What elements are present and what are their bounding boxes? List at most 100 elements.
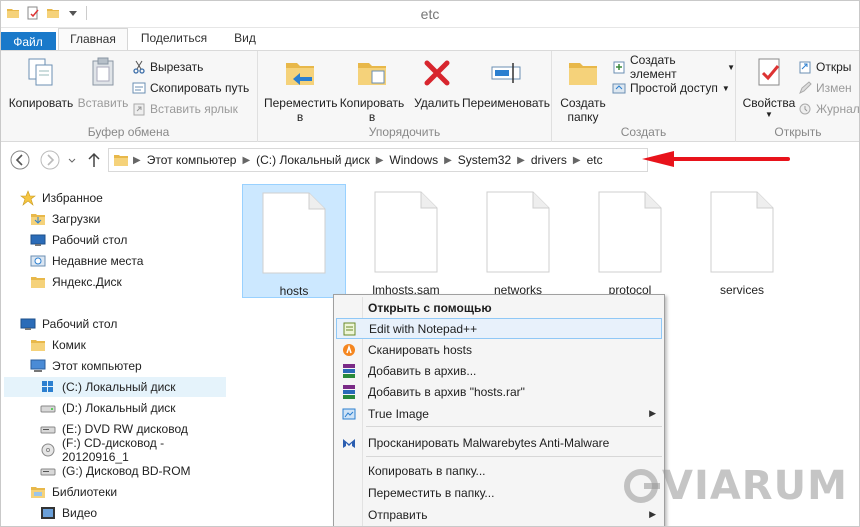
- clipboard-group: Копировать Вставить Вырезать Скопировать…: [0, 51, 258, 143]
- user-folder-icon: [31, 340, 45, 351]
- paste-button[interactable]: Вставить: [76, 55, 130, 110]
- copy-path-button[interactable]: Скопировать путь: [132, 78, 249, 98]
- menu-item-label: Отправить: [368, 507, 428, 522]
- nav-label: Недавние места: [52, 254, 144, 268]
- properties-button[interactable]: Свойства ▼: [742, 55, 796, 119]
- move-to-button[interactable]: Переместить в: [264, 55, 338, 124]
- chevron-right-icon[interactable]: ▶: [374, 155, 386, 166]
- chevron-down-icon[interactable]: [66, 150, 78, 170]
- properties-label: Свойства: [742, 96, 796, 110]
- new-folder-label: Создать: [560, 96, 606, 110]
- back-icon[interactable]: [10, 150, 30, 170]
- menu-item-label: Добавить в архив "hosts.rar": [368, 384, 525, 399]
- file-item-protocol[interactable]: protocol: [578, 184, 682, 298]
- copy-to-button[interactable]: Копировать в: [338, 55, 406, 124]
- nav-komik[interactable]: Комик: [30, 335, 86, 355]
- document-icon: [262, 192, 326, 274]
- paste-shortcut-icon: [133, 103, 145, 116]
- address-bar[interactable]: ▶ Этот компьютер ▶ (C:) Локальный диск ▶…: [108, 148, 648, 172]
- nav-label: (G:) Дисковод BD-ROM: [62, 464, 191, 478]
- breadcrumb-etc[interactable]: etc: [583, 153, 607, 167]
- nav-label: Рабочий стол: [52, 233, 128, 247]
- nav-drive-d[interactable]: (D:) Локальный диск: [40, 398, 176, 418]
- cut-button[interactable]: Вырезать: [132, 57, 203, 77]
- nav-drive-f[interactable]: (F:) CD-дисковод - 20120916_1: [40, 436, 232, 464]
- menu-item-label: Переместить в папку...: [368, 485, 495, 500]
- chevron-right-icon[interactable]: ▶: [571, 155, 583, 166]
- nav-video[interactable]: Видео: [40, 503, 97, 523]
- nav-desktop[interactable]: Рабочий стол: [30, 230, 127, 250]
- breadcrumb-drivers[interactable]: drivers: [527, 153, 571, 167]
- nav-this-pc[interactable]: Этот компьютер: [30, 356, 142, 376]
- nav-downloads[interactable]: Загрузки: [30, 209, 100, 229]
- nav-desktop-root[interactable]: Рабочий стол: [20, 314, 117, 334]
- nav-libraries[interactable]: Библиотеки: [30, 482, 117, 502]
- paste-shortcut-label: Вставить ярлык: [150, 102, 238, 116]
- menu-item-open-with[interactable]: Открыть с помощью: [336, 297, 662, 318]
- menu-item-add-rar[interactable]: Добавить в архив "hosts.rar": [336, 381, 662, 402]
- tab-view[interactable]: Вид: [220, 28, 270, 50]
- cd-icon: [41, 443, 55, 457]
- chevron-right-icon[interactable]: ▶: [131, 155, 143, 166]
- menu-item-move-to[interactable]: Переместить в папку...: [336, 482, 662, 503]
- copy-path-icon: [132, 82, 146, 94]
- tab-share[interactable]: Поделиться: [130, 28, 218, 50]
- paste-shortcut-button[interactable]: Вставить ярлык: [132, 99, 238, 119]
- nav-drive-g[interactable]: (G:) Дисковод BD-ROM: [40, 461, 191, 481]
- history-button[interactable]: Журнал: [798, 99, 860, 119]
- menu-item-notepadpp[interactable]: Edit with Notepad++: [336, 318, 662, 339]
- nav-favorites[interactable]: Избранное: [20, 188, 103, 208]
- breadcrumb-system32[interactable]: System32: [454, 153, 515, 167]
- notepadpp-icon: [343, 322, 356, 335]
- edit-button[interactable]: Измен: [798, 78, 852, 98]
- file-item-services[interactable]: services: [690, 184, 794, 298]
- nav-label: Этот компьютер: [52, 359, 142, 373]
- dvd-drive-icon: [40, 426, 56, 434]
- rename-button[interactable]: Переименовать: [462, 55, 550, 110]
- menu-item-scan[interactable]: Сканировать hosts: [336, 339, 662, 360]
- menu-item-true-image[interactable]: True Image ▶: [336, 403, 662, 424]
- open-button[interactable]: Откры: [798, 57, 851, 77]
- menu-item-add-archive[interactable]: Добавить в архив...: [336, 360, 662, 381]
- history-icon: [799, 103, 811, 115]
- chevron-right-icon: ▶: [649, 408, 656, 418]
- breadcrumb-drive-c[interactable]: (C:) Локальный диск: [252, 153, 374, 167]
- forward-icon[interactable]: [40, 150, 60, 170]
- new-folder-button[interactable]: Создать папку: [558, 55, 608, 124]
- edit-icon: [799, 81, 812, 95]
- copy-to-label: Копировать: [339, 96, 405, 110]
- tab-home[interactable]: Главная: [58, 28, 128, 50]
- delete-button[interactable]: Удалить: [412, 55, 462, 110]
- menu-item-copy-to[interactable]: Копировать в папку...: [336, 460, 662, 481]
- chevron-right-icon[interactable]: ▶: [515, 155, 527, 166]
- chevron-right-icon[interactable]: ▶: [240, 155, 252, 166]
- nav-yandex-disk[interactable]: Яндекс.Диск: [30, 272, 122, 292]
- menu-item-send-to[interactable]: Отправить ▶: [336, 504, 662, 525]
- menu-item-malwarebytes[interactable]: Просканировать Malwarebytes Anti-Malware: [336, 432, 662, 453]
- breadcrumb-this-pc[interactable]: Этот компьютер: [143, 153, 241, 167]
- winrar-icon: [343, 384, 355, 399]
- easy-access-button[interactable]: Простой доступ ▼: [612, 78, 730, 98]
- computer-icon: [30, 359, 46, 372]
- file-item-networks[interactable]: networks: [466, 184, 570, 298]
- file-item-hosts[interactable]: hosts: [242, 184, 346, 298]
- menu-separator: [366, 456, 662, 457]
- chevron-right-icon[interactable]: ▶: [442, 155, 454, 166]
- red-arrow-icon: [642, 151, 790, 167]
- breadcrumb-windows[interactable]: Windows: [385, 153, 442, 167]
- nav-recent[interactable]: Недавние места: [30, 251, 143, 271]
- new-item-label: Создать элемент: [630, 53, 677, 81]
- nav-label: Загрузки: [52, 212, 101, 226]
- copy-button[interactable]: Копировать: [8, 55, 74, 110]
- up-arrow-icon[interactable]: [86, 150, 102, 170]
- file-item-lmhosts[interactable]: lmhosts.sam: [354, 184, 458, 298]
- new-item-button[interactable]: Создать элемент ▼: [612, 53, 735, 81]
- nav-label: (F:) CD-дисковод - 20120916_1: [62, 436, 165, 464]
- menu-item-label: Просканировать Malwarebytes Anti-Malware: [368, 435, 610, 450]
- document-icon: [598, 191, 662, 273]
- context-menu: Открыть с помощью Edit with Notepad++ Ск…: [333, 294, 665, 527]
- nav-drive-c[interactable]: (C:) Локальный диск: [4, 377, 226, 397]
- hard-drive-icon: [40, 405, 56, 413]
- copy-icon: [28, 58, 53, 86]
- document-icon: [374, 191, 438, 273]
